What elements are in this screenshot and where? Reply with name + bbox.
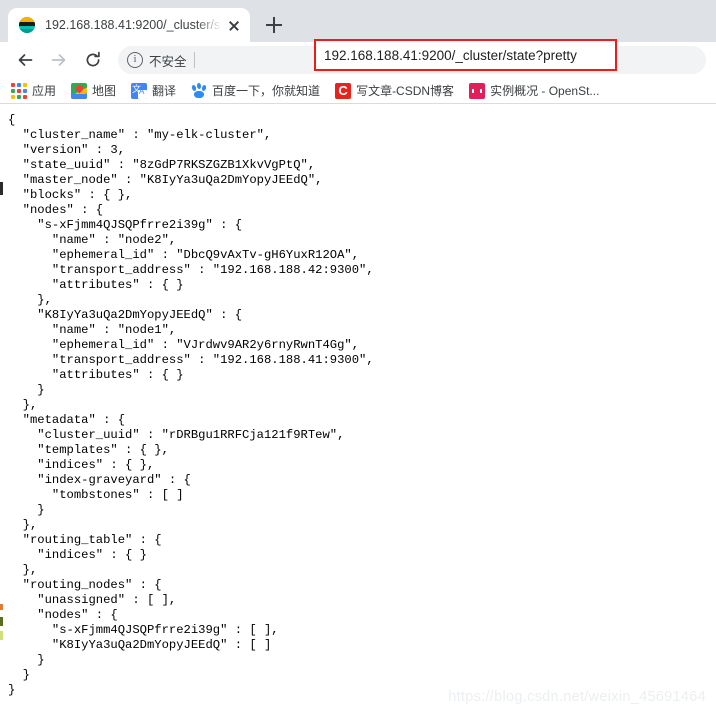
browser-chrome: 192.168.188.41:9200/_cluster/s 不安全	[0, 0, 716, 104]
url-highlight-box: 192.168.188.41:9200/_cluster/state?prett…	[314, 39, 617, 71]
bookmark-csdn[interactable]: 写文章-CSDN博客	[335, 82, 454, 99]
page-content: { "cluster_name" : "my-elk-cluster", "ve…	[0, 104, 716, 723]
browser-tab[interactable]: 192.168.188.41:9200/_cluster/s	[8, 8, 250, 42]
watermark: https://blog.csdn.net/weixin_45691464	[448, 689, 706, 705]
bookmark-apps[interactable]: 应用	[11, 82, 56, 99]
bookmark-translate[interactable]: 翻译	[131, 82, 176, 99]
apps-grid-icon	[11, 82, 27, 99]
edge-artifact-lime	[0, 631, 3, 640]
openstack-icon	[469, 82, 486, 99]
json-response-body: { "cluster_name" : "my-elk-cluster", "ve…	[8, 113, 374, 697]
omnibox-divider	[193, 52, 195, 68]
bookmark-label: 百度一下，你就知道	[212, 84, 321, 98]
new-tab-button[interactable]	[260, 11, 288, 39]
reload-icon[interactable]	[78, 45, 108, 75]
maps-pin-icon	[71, 82, 88, 99]
elasticsearch-icon	[19, 16, 36, 34]
baidu-paw-icon	[191, 82, 207, 99]
tab-strip: 192.168.188.41:9200/_cluster/s	[0, 0, 716, 42]
close-icon[interactable]	[224, 15, 244, 35]
bookmark-maps[interactable]: 地图	[71, 82, 116, 99]
bookmark-label: 实例概况 - OpenSt...	[490, 84, 600, 98]
edge-artifact-olive	[0, 617, 3, 626]
translate-icon	[131, 82, 148, 99]
bookmarks-bar: 应用 地图 翻译 百度一下，你就知道 写文章-CSDN博客	[0, 78, 716, 104]
bookmark-label: 地图	[92, 84, 117, 98]
forward-arrow-icon[interactable]	[44, 45, 74, 75]
security-label: 不安全	[149, 54, 187, 69]
bookmark-label: 应用	[32, 84, 57, 98]
bookmark-openstack[interactable]: 实例概况 - OpenSt...	[469, 82, 599, 99]
browser-toolbar: 不安全 192.168.188.41:9200/_cluster/state?p…	[0, 39, 716, 78]
edge-artifact-orange	[0, 604, 3, 610]
edge-artifact-top	[0, 182, 3, 195]
url-text[interactable]: 192.168.188.41:9200/_cluster/state?prett…	[324, 48, 577, 63]
tab-title: 192.168.188.41:9200/_cluster/s	[45, 18, 221, 32]
info-circle-icon[interactable]	[127, 52, 143, 68]
bookmark-baidu[interactable]: 百度一下，你就知道	[191, 82, 320, 99]
back-arrow-icon[interactable]	[10, 45, 40, 75]
address-bar[interactable]: 不安全 192.168.188.41:9200/_cluster/state?p…	[118, 39, 706, 74]
bookmark-label: 写文章-CSDN博客	[356, 84, 455, 98]
csdn-icon	[335, 82, 352, 99]
bookmark-label: 翻译	[152, 84, 177, 98]
